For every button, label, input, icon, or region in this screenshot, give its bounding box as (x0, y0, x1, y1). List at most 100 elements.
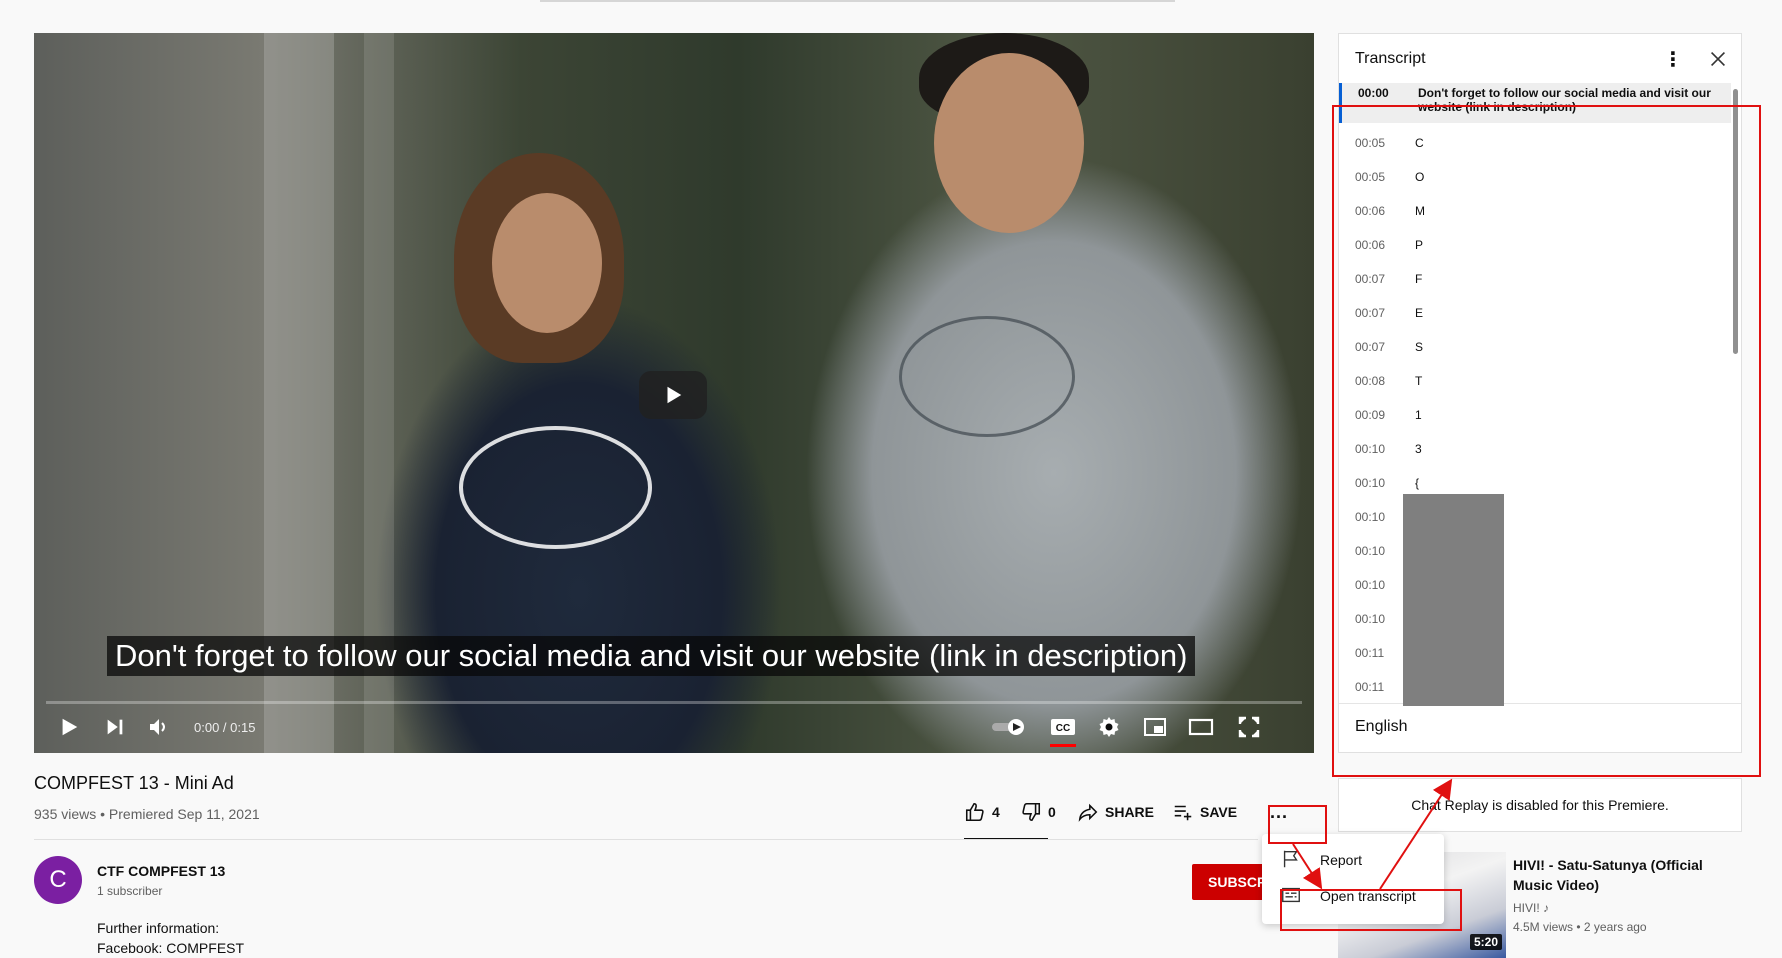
segment-timestamp: 00:05 (1355, 136, 1386, 150)
transcript-segment[interactable]: 00:08 T (1339, 363, 1731, 397)
miniplayer-button[interactable] (1140, 712, 1170, 742)
transcript-scrollbar[interactable] (1733, 89, 1738, 354)
more-vert-icon: ⋮ (1663, 49, 1683, 71)
transcript-segment[interactable]: 00:06 M (1339, 193, 1731, 227)
close-icon (1710, 51, 1726, 67)
segment-timestamp: 00:09 (1355, 408, 1386, 422)
segment-text: O (1415, 170, 1425, 184)
recommended-channel[interactable]: HIVI! ♪ (1513, 901, 1549, 915)
video-stats: 935 views • Premiered Sep 11, 2021 (34, 806, 260, 822)
large-play-button[interactable] (639, 371, 707, 419)
channel-avatar[interactable]: C (34, 856, 82, 904)
settings-button[interactable] (1094, 712, 1124, 742)
fullscreen-button[interactable] (1234, 712, 1264, 742)
autoplay-toggle[interactable] (989, 712, 1029, 742)
like-button[interactable]: 4 (964, 796, 1000, 828)
transcript-segment-list[interactable]: 00:00 Don't forget to follow our social m… (1339, 83, 1731, 703)
theater-mode-button[interactable] (1184, 712, 1218, 742)
masthead-divider (540, 0, 1175, 2)
transcript-segment[interactable]: 00:11 (1339, 635, 1731, 669)
transcript-segment[interactable]: 00:05 C (1339, 125, 1731, 159)
share-icon (1078, 803, 1098, 822)
thumbs-down-icon (1022, 802, 1041, 822)
save-button[interactable]: SAVE (1172, 796, 1237, 828)
segment-timestamp: 00:10 (1355, 578, 1386, 592)
transcript-close-button[interactable] (1707, 48, 1731, 72)
recommended-title[interactable]: HIVI! - Satu-Satunya (Official Music Vid… (1513, 855, 1733, 895)
like-count: 4 (992, 804, 1000, 820)
chat-replay-notice: Chat Replay is disabled for this Premier… (1338, 778, 1742, 832)
segment-timestamp: 00:10 (1355, 612, 1386, 626)
menu-item-open-transcript[interactable]: Open transcript (1262, 878, 1444, 914)
transcript-segment[interactable]: 00:05 O (1339, 159, 1731, 193)
segment-text: P (1415, 238, 1424, 252)
transcript-more-button[interactable]: ⋮ (1661, 48, 1685, 72)
segment-timestamp: 00:11 (1355, 646, 1385, 660)
miniplayer-icon (1144, 718, 1166, 736)
dislike-button[interactable]: 0 (1020, 796, 1056, 828)
segment-text: 3 (1415, 442, 1422, 456)
video-title: COMPFEST 13 - Mini Ad (34, 773, 234, 793)
description-line: Further information: (97, 920, 220, 936)
segment-timestamp: 00:06 (1355, 238, 1386, 252)
save-label: SAVE (1200, 804, 1238, 820)
channel-name[interactable]: CTF COMPFEST 13 (97, 863, 225, 879)
transcript-segment[interactable]: 00:10 (1339, 533, 1731, 567)
dislike-count: 0 (1048, 804, 1056, 820)
video-duration: 5:20 (1469, 934, 1502, 950)
transcript-language-selector[interactable]: English (1355, 718, 1407, 736)
gear-icon (1099, 717, 1119, 737)
transcript-segment[interactable]: 00:11 (1339, 669, 1731, 703)
transcript-segment[interactable]: 00:10 (1339, 567, 1731, 601)
transcript-segment[interactable]: 00:10 (1339, 499, 1731, 533)
menu-item-label: Open transcript (1320, 888, 1416, 904)
flag-icon (1280, 848, 1304, 872)
mute-button[interactable] (144, 712, 174, 742)
play-button[interactable] (54, 712, 84, 742)
more-horiz-icon: ... (1269, 801, 1288, 822)
avatar-letter: C (49, 866, 67, 893)
thumbs-up-icon (965, 802, 984, 822)
segment-timestamp: 00:08 (1355, 374, 1386, 388)
share-button[interactable]: SHARE (1077, 796, 1154, 828)
next-button[interactable] (100, 712, 130, 742)
svg-text:CC: CC (1056, 723, 1070, 734)
transcript-segment[interactable]: 00:10 (1339, 601, 1731, 635)
cc-icon: CC (1051, 719, 1075, 735)
menu-item-report[interactable]: Report (1262, 842, 1444, 878)
segment-timestamp: 00:10 (1355, 510, 1386, 524)
transcript-segment[interactable]: 00:07 S (1339, 329, 1731, 363)
transcript-segment[interactable]: 00:10 { (1339, 465, 1731, 499)
more-actions-menu: Report Open transcript (1262, 834, 1444, 924)
video-player[interactable]: Don't forget to follow our social media … (34, 33, 1314, 753)
segment-text: { (1415, 476, 1420, 490)
segment-text: Don't forget to follow our social media … (1418, 86, 1711, 114)
transcript-segment[interactable]: 00:07 E (1339, 295, 1731, 329)
segment-text: T (1415, 374, 1423, 388)
transcript-segment[interactable]: 00:00 Don't forget to follow our social m… (1339, 83, 1731, 123)
transcript-segment[interactable]: 00:10 3 (1339, 431, 1731, 465)
transcript-segment[interactable]: 00:07 F (1339, 261, 1731, 295)
transcript-segment[interactable]: 00:09 1 (1339, 397, 1731, 431)
segment-timestamp: 00:00 (1358, 86, 1389, 100)
playlist-add-icon (1174, 805, 1192, 821)
time-display: 0:00 / 0:15 (194, 720, 256, 735)
skip-next-icon (107, 719, 123, 735)
segment-text: 1 (1415, 408, 1422, 422)
share-label: SHARE (1105, 804, 1155, 820)
subtitles-button[interactable]: CC (1046, 712, 1080, 742)
fullscreen-icon (1238, 716, 1260, 738)
play-icon (62, 718, 78, 736)
transcript-footer: English (1339, 703, 1741, 752)
transcript-icon (1280, 884, 1304, 908)
more-actions-button[interactable]: ... (1263, 796, 1295, 828)
segment-timestamp: 00:07 (1355, 340, 1386, 354)
transcript-segment[interactable]: 00:06 P (1339, 227, 1731, 261)
section-divider (34, 839, 1258, 840)
redaction-block (1403, 494, 1504, 706)
menu-item-label: Report (1320, 852, 1363, 868)
segment-text: M (1415, 204, 1425, 218)
chat-replay-message: Chat Replay is disabled for this Premier… (1411, 797, 1669, 813)
recommended-meta: 4.5M views • 2 years ago (1513, 920, 1647, 934)
recommended-channel-name: HIVI! (1513, 901, 1540, 915)
